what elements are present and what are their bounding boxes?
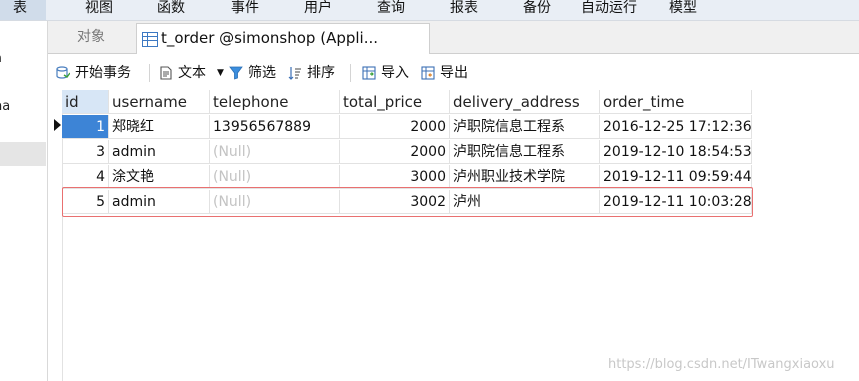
sort-icon [288,67,301,80]
current-row-indicator-icon [54,119,61,131]
cell-delivery-address[interactable]: 泸职院信息工程系 [450,115,600,139]
column-header-total-price[interactable]: total_price [340,90,450,114]
column-header-order-time[interactable]: order_time [600,90,752,114]
menu-item-backup[interactable]: 备份 [523,0,551,20]
cell-username[interactable]: 涂文艳 [109,165,210,189]
menu-bar: 表 视图 函数 事件 用户 查询 报表 备份 自动运行 模型 [0,0,859,21]
export-label: 导出 [440,65,468,81]
toolbar-divider [149,64,150,82]
grid-header-row: id username telephone total_price delive… [62,90,752,115]
menu-item-automation[interactable]: 自动运行 [581,0,637,20]
menu-item-model[interactable]: 模型 [669,0,697,20]
menu-item-tables[interactable]: 表 [0,0,46,20]
filter-label: 筛选 [248,65,276,81]
table-icon [142,32,158,47]
column-header-id[interactable]: id [62,90,109,114]
toolbar-divider [350,64,351,82]
cell-order-time[interactable]: 2019-12-11 09:59:44 [600,165,752,189]
menu-item-queries[interactable]: 查询 [377,0,405,20]
tree-item-na[interactable]: na [0,99,10,114]
document-icon [160,66,172,80]
column-header-delivery-address[interactable]: delivery_address [450,90,600,114]
column-header-telephone[interactable]: telephone [210,90,340,114]
cell-id[interactable]: 1 [62,115,109,139]
row-gutter [48,90,63,381]
sort-label: 排序 [307,65,335,81]
tab-objects[interactable]: 对象 [48,21,134,53]
cell-order-time[interactable]: 2016-12-25 17:12:36 [600,115,752,139]
cell-id[interactable]: 3 [62,140,109,164]
watermark-text: https://blog.csdn.net/ITwangxiaoxu [608,357,835,372]
transaction-icon [56,66,70,79]
tree-item-a[interactable]: a [0,51,2,66]
tree-item-selected[interactable] [0,142,46,166]
cell-telephone[interactable]: (Null) [210,165,340,189]
highlight-annotation-box [62,187,753,217]
menu-item-functions[interactable]: 函数 [157,0,185,20]
cell-telephone[interactable]: 13956567889 [210,115,340,139]
table-row[interactable]: 1 郑晓红 13956567889 2000 泸职院信息工程系 2016-12-… [62,115,752,140]
table-row[interactable]: 3 admin (Null) 2000 泸职院信息工程系 2019-12-10 … [62,140,752,165]
export-icon [421,66,435,80]
menu-item-users[interactable]: 用户 [304,0,332,20]
column-header-username[interactable]: username [109,90,210,114]
cell-total-price[interactable]: 2000 [340,140,450,164]
cell-total-price[interactable]: 2000 [340,115,450,139]
menu-item-events[interactable]: 事件 [231,0,259,20]
filter-icon [229,66,243,80]
cell-id[interactable]: 4 [62,165,109,189]
cell-telephone[interactable]: (Null) [210,140,340,164]
cell-order-time[interactable]: 2019-12-10 18:54:53 [600,140,752,164]
tab-t-order[interactable]: t_order @simonshop (Appli... [136,23,430,55]
text-view-button[interactable]: 文本 ▼ [159,62,225,84]
tab-t-order-label: t_order @simonshop (Appli... [161,29,379,47]
cell-delivery-address[interactable]: 泸职院信息工程系 [450,140,600,164]
toolbar: 开始事务 文本 ▼ 筛选 排序 导入 导出 [48,54,859,90]
menu-item-reports[interactable]: 报表 [450,0,478,20]
cell-username[interactable]: 郑晓红 [109,115,210,139]
begin-transaction-label: 开始事务 [75,65,131,81]
chevron-down-icon: ▼ [217,68,224,78]
text-view-label: 文本 [178,65,206,81]
menu-item-views[interactable]: 视图 [85,0,113,20]
cell-delivery-address[interactable]: 泸州职业技术学院 [450,165,600,189]
tab-bar: 对象 t_order @simonshop (Appli... [48,21,859,55]
import-label: 导入 [381,65,409,81]
object-tree-panel: a na [0,21,48,381]
cell-username[interactable]: admin [109,140,210,164]
import-icon [362,66,376,80]
cell-total-price[interactable]: 3000 [340,165,450,189]
